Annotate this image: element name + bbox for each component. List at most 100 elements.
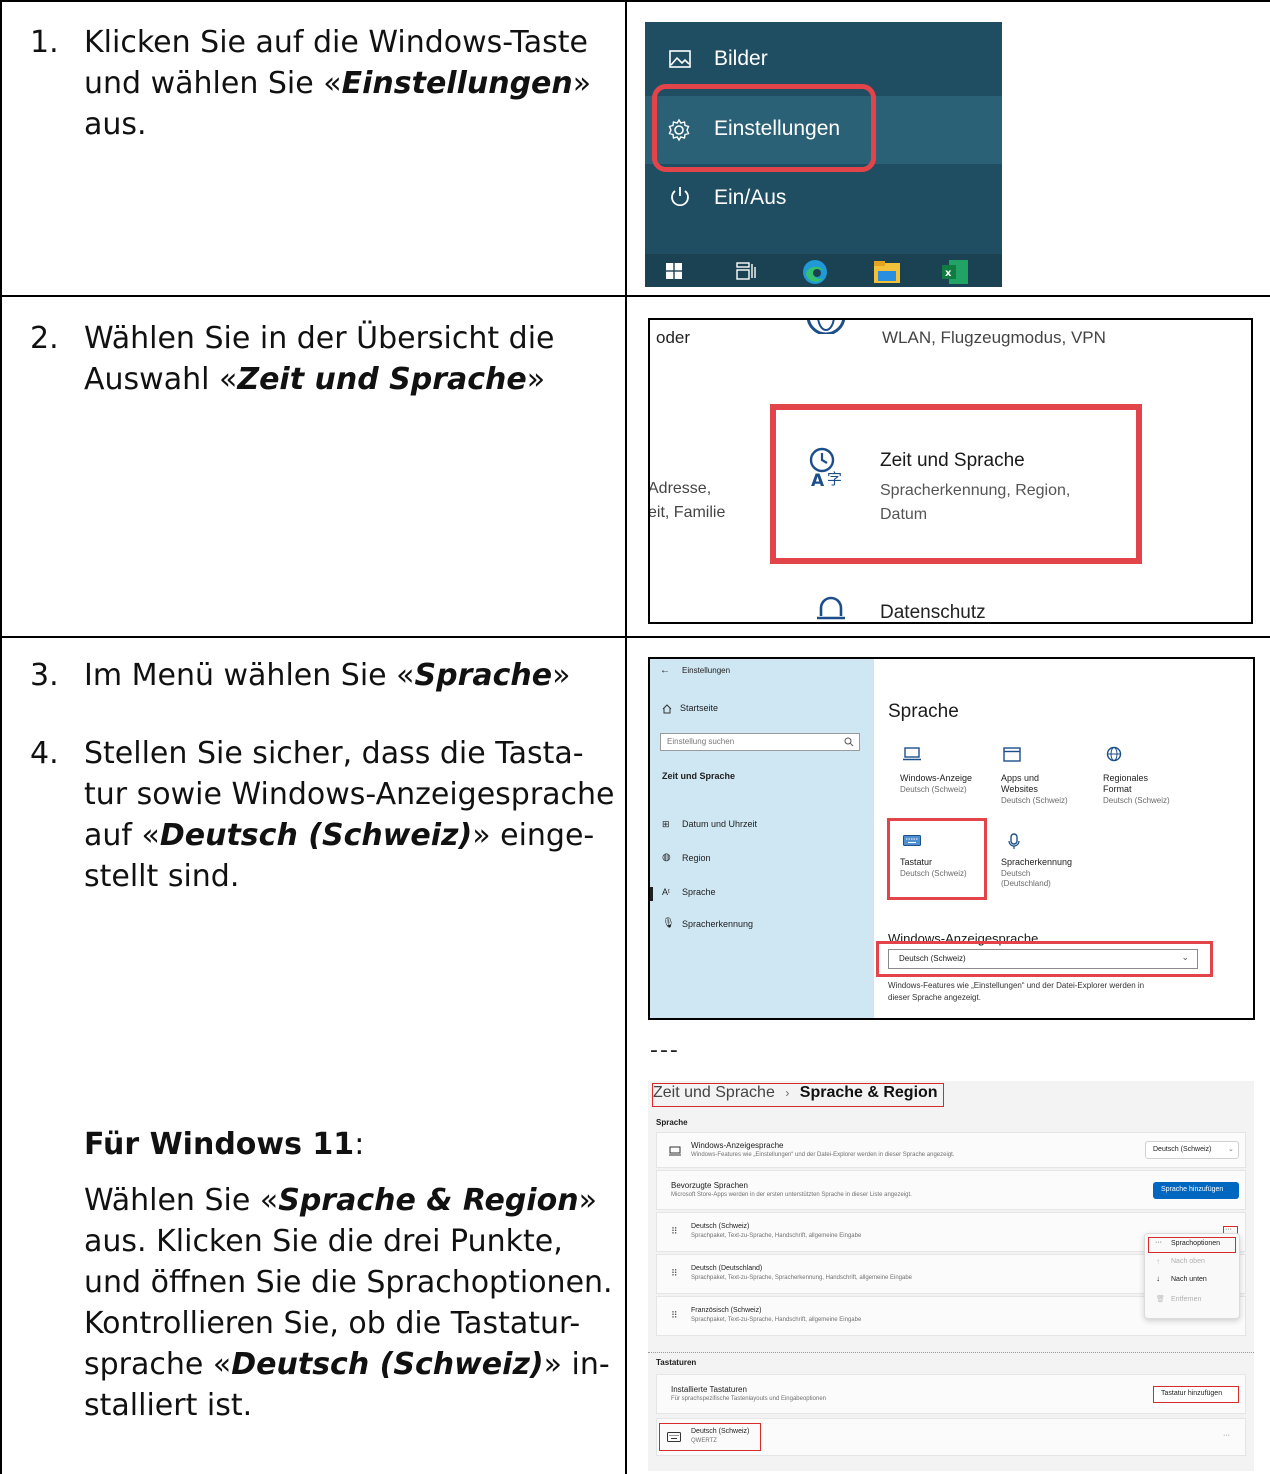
cut-off-text-left-2: eit, Familie bbox=[648, 504, 726, 521]
section-sprache: Sprache bbox=[656, 1118, 688, 1127]
table-row-divider-2 bbox=[0, 636, 1270, 638]
row-windows-display-language: Windows-Anzeigesprache Windows-Features … bbox=[656, 1132, 1246, 1168]
globe-format-icon bbox=[1106, 746, 1122, 762]
table-border-top bbox=[0, 0, 1270, 2]
arrow-up-icon: ↑ bbox=[1156, 1257, 1160, 1266]
microphone-icon bbox=[1008, 833, 1020, 849]
selected-indicator bbox=[650, 887, 653, 901]
section-divider bbox=[648, 1352, 1254, 1353]
windows11-section: Für Windows 11: Wählen Sie «Sprache & Re… bbox=[84, 1124, 624, 1454]
highlight-display-language bbox=[876, 941, 1213, 977]
step-text: Klicken Sie auf die Windows-Taste und wä… bbox=[84, 25, 592, 142]
window-title: Einstellungen bbox=[682, 666, 731, 675]
step-text: Wählen Sie in der Übersicht die Auswahl … bbox=[84, 321, 555, 397]
calendar-clock-icon: ⊞ bbox=[662, 819, 670, 829]
display-language-note-1: Windows-Features wie „Einstellungen“ und… bbox=[888, 981, 1145, 990]
search-icon bbox=[844, 737, 854, 747]
step-number: 3. bbox=[30, 658, 59, 693]
row-keyboard-deutsch-schweiz[interactable]: Deutsch (Schweiz) QWERTZ ··· bbox=[656, 1418, 1246, 1456]
step-text: Stellen Sie sicher, dass die Tasta- tur … bbox=[84, 736, 615, 894]
row-preferred-languages: Bevorzugte Sprachen Microsoft Store-Apps… bbox=[656, 1170, 1246, 1210]
settings-sidebar: ← Einstellungen Startseite Einstellung s… bbox=[650, 659, 874, 1018]
monitor-icon bbox=[903, 747, 921, 761]
power-icon bbox=[671, 187, 689, 207]
tile-regionales-format[interactable]: Regionales Format Deutsch (Schweiz) bbox=[1103, 746, 1203, 817]
step-number: 2. bbox=[30, 321, 59, 356]
task-view-icon[interactable] bbox=[736, 262, 756, 280]
monitor-icon bbox=[669, 1146, 681, 1156]
windows-start-icon[interactable] bbox=[666, 263, 682, 279]
add-keyboard-button[interactable]: Tastatur hinzufügen bbox=[1153, 1386, 1239, 1403]
chevron-down-icon: ⌄ bbox=[1228, 1146, 1234, 1153]
highlight-sprachoptionen bbox=[1148, 1237, 1236, 1253]
privacy-tile-title: Datenschutz bbox=[880, 602, 986, 623]
cut-off-text-left-1: Adresse, bbox=[648, 480, 712, 497]
highlight-tastatur bbox=[887, 818, 987, 900]
svg-text:x: x bbox=[945, 268, 952, 279]
settings-overview-screenshot: oder WLAN, Flugzeugmodus, VPN A 字 Zeit u… bbox=[648, 318, 1253, 624]
back-arrow-icon[interactable]: ← bbox=[660, 665, 670, 676]
row-installed-keyboards: Installierte Tastaturen Für sprachspezif… bbox=[656, 1374, 1246, 1414]
keyboard-more-button[interactable]: ··· bbox=[1223, 1432, 1230, 1439]
file-explorer-icon[interactable] bbox=[874, 261, 900, 283]
image-icon bbox=[669, 50, 691, 68]
window-icon bbox=[1003, 747, 1021, 762]
drag-handle-icon[interactable]: ⠿ bbox=[671, 1268, 678, 1279]
menu-item-entfernen: 🗑 Entfernen bbox=[1156, 1296, 1202, 1303]
step-text: Im Menü wählen Sie «Sprache» bbox=[84, 658, 571, 693]
menu-item-nach-oben: ↑ Nach oben bbox=[1156, 1257, 1205, 1266]
add-language-button[interactable]: Sprache hinzufügen bbox=[1153, 1182, 1239, 1199]
table-row-divider-1 bbox=[0, 295, 1270, 297]
highlight-zeit-und-sprache bbox=[770, 404, 1142, 564]
windows10-language-screenshot: ← Einstellungen Startseite Einstellung s… bbox=[648, 657, 1255, 1020]
microphone-icon: 🎙 bbox=[662, 918, 675, 929]
language-context-menu: ··· Sprachoptionen ↑ Nach oben ↓ Nach un… bbox=[1144, 1233, 1240, 1319]
sidebar-item-startseite[interactable]: Startseite bbox=[662, 703, 862, 719]
keyboard-icon bbox=[667, 1432, 681, 1442]
network-globe-icon bbox=[806, 320, 846, 334]
section-tastaturen: Tastaturen bbox=[656, 1358, 697, 1367]
sidebar-item-datum-und-uhrzeit[interactable]: ⊞ Datum und Uhrzeit bbox=[662, 819, 862, 835]
separator-text: --- bbox=[650, 1038, 680, 1063]
cut-off-text-top-left: oder bbox=[656, 328, 691, 347]
menu-item-ein-aus[interactable]: Ein/Aus bbox=[645, 166, 1002, 230]
step-4: 4. Stellen Sie sicher, dass die Tasta- t… bbox=[30, 733, 620, 903]
taskbar: x bbox=[645, 254, 1002, 287]
highlight-einstellungen bbox=[652, 84, 876, 172]
sidebar-item-sprache[interactable]: Aᵗ Sprache bbox=[650, 887, 864, 903]
step-3: 3. Im Menü wählen Sie «Sprache» bbox=[30, 655, 610, 700]
language-icon: Aᵗ bbox=[662, 887, 670, 897]
edge-browser-icon[interactable] bbox=[802, 259, 828, 285]
display-language-note-2: dieser Sprache angezeigt. bbox=[888, 993, 981, 1002]
windows11-language-screenshot: Zeit und Sprache › Sprache & Region Spra… bbox=[648, 1081, 1254, 1471]
sidebar-item-region[interactable]: ◍ Region bbox=[662, 852, 862, 869]
highlight-breadcrumb bbox=[652, 1083, 944, 1107]
settings-search-input[interactable]: Einstellung suchen bbox=[660, 733, 860, 751]
tile-spracherkennung[interactable]: Spracherkennung Deutsch (Deutschland) bbox=[1001, 833, 1111, 905]
menu-item-bilder[interactable]: Bilder bbox=[645, 28, 1002, 92]
sidebar-item-spracherkennung[interactable]: 🎙 Spracherkennung bbox=[662, 918, 862, 935]
tile-apps-und-websites[interactable]: Apps und Websites Deutsch (Schweiz) bbox=[1001, 747, 1097, 817]
excel-icon[interactable]: x bbox=[942, 260, 968, 284]
windows11-instructions: Wählen Sie «Sprache & Region» aus. Klick… bbox=[84, 1183, 613, 1423]
windows11-heading: Für Windows 11: bbox=[84, 1127, 365, 1162]
table-border-left bbox=[0, 0, 2, 1474]
page-title: Sprache bbox=[888, 701, 959, 722]
tile-windows-anzeige[interactable]: Windows-Anzeige Deutsch (Schweiz) bbox=[900, 747, 996, 807]
display-language-select[interactable]: Deutsch (Schweiz) ⌄ bbox=[1145, 1141, 1239, 1159]
step-1: 1. Klicken Sie auf die Windows-Taste und… bbox=[30, 22, 610, 152]
sidebar-section-title: Zeit und Sprache bbox=[662, 771, 736, 781]
start-menu-screenshot: Bilder Einstellungen Ein/Aus x bbox=[645, 22, 1002, 287]
home-icon bbox=[662, 704, 672, 714]
trash-icon: 🗑 bbox=[1156, 1296, 1165, 1303]
drag-handle-icon[interactable]: ⠿ bbox=[671, 1310, 678, 1321]
arrow-down-icon: ↓ bbox=[1156, 1274, 1160, 1283]
step-number: 1. bbox=[30, 25, 59, 60]
table-column-divider bbox=[625, 0, 627, 1474]
menu-item-nach-unten[interactable]: ↓ Nach unten bbox=[1149, 1274, 1235, 1288]
step-2: 2. Wählen Sie in der Übersicht die Auswa… bbox=[30, 318, 610, 408]
network-tile-description: WLAN, Flugzeugmodus, VPN bbox=[882, 328, 1106, 347]
privacy-lock-icon bbox=[817, 596, 845, 620]
globe-icon: ◍ bbox=[662, 852, 671, 863]
drag-handle-icon[interactable]: ⠿ bbox=[671, 1226, 678, 1237]
